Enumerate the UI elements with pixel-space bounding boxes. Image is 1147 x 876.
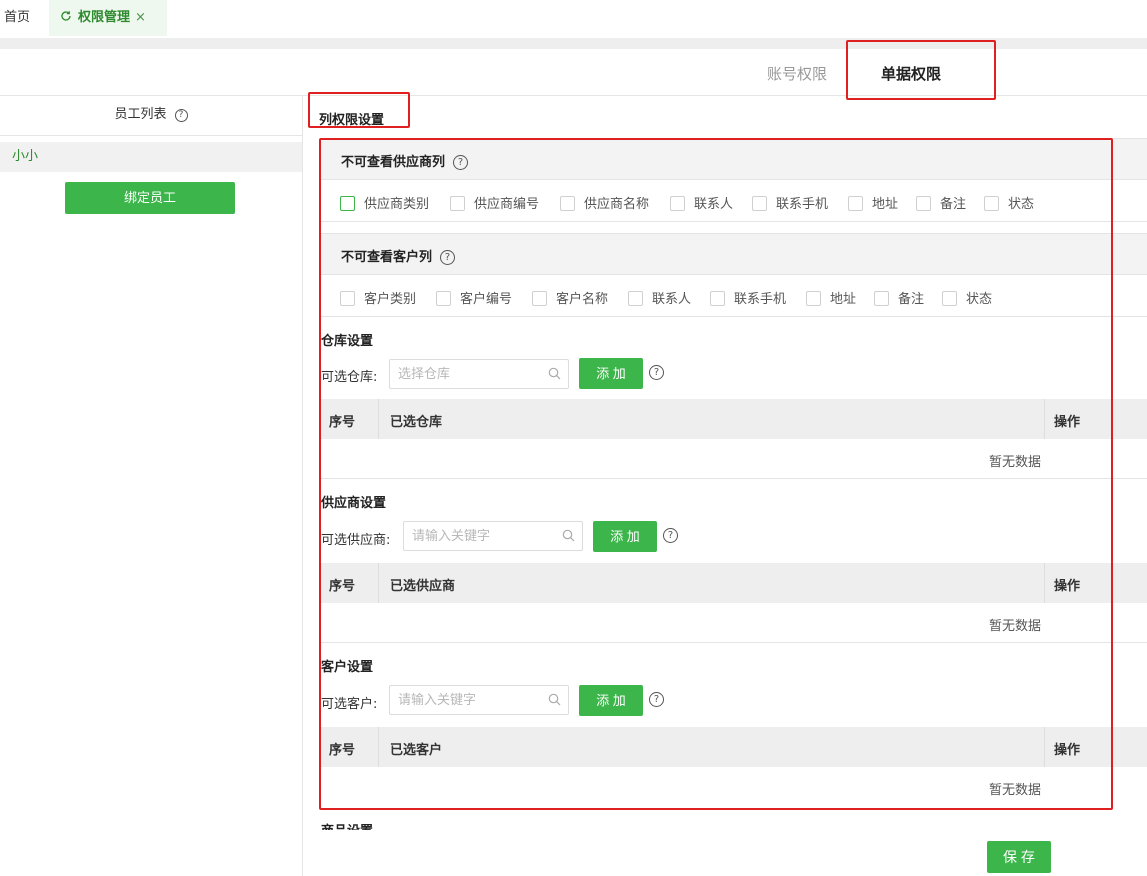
- employee-list-title: 员工列表: [114, 107, 167, 122]
- close-icon[interactable]: ×: [135, 0, 146, 36]
- subtab-account-permission[interactable]: 账号权限: [767, 63, 827, 84]
- tab-permission-management[interactable]: 权限管理 ×: [49, 0, 167, 36]
- employee-panel: 员工列表? 小小 绑定员工: [0, 96, 303, 876]
- highlight-box-subtab: [846, 40, 996, 100]
- refresh-icon[interactable]: [60, 10, 72, 22]
- top-tab-bar: 首页 权限管理 ×: [0, 0, 1147, 38]
- goods-settings-clip: 商品设置: [321, 818, 421, 830]
- goods-settings-title: 商品设置: [321, 820, 373, 830]
- employee-list-header: 员工列表?: [0, 96, 302, 136]
- bind-employee-button[interactable]: 绑定员工: [65, 182, 235, 214]
- highlight-box-column-title: [308, 92, 410, 128]
- employee-item[interactable]: 小小: [0, 142, 302, 172]
- save-button[interactable]: 保 存: [987, 841, 1051, 873]
- tab-label: 权限管理: [78, 10, 131, 25]
- highlight-box-settings: [319, 138, 1113, 810]
- help-icon[interactable]: ?: [174, 109, 188, 122]
- tab-home[interactable]: 首页: [4, 0, 30, 36]
